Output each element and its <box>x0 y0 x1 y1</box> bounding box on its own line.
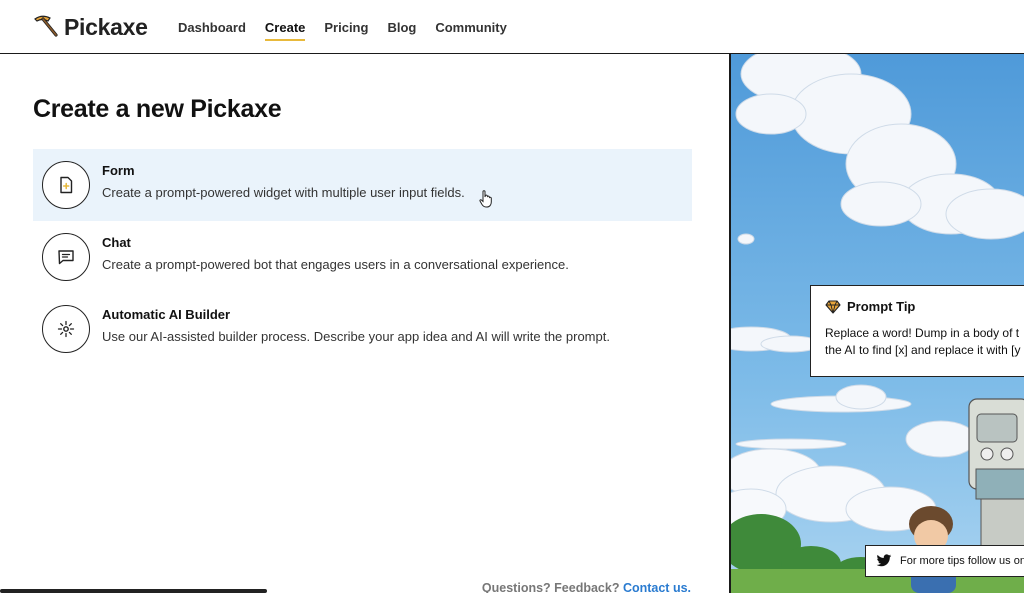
nav-pricing[interactable]: Pricing <box>324 20 368 41</box>
option-ai-builder-description: Use our AI-assisted builder process. Des… <box>102 329 610 344</box>
nav-blog[interactable]: Blog <box>387 20 416 41</box>
option-ai-builder-title: Automatic AI Builder <box>102 307 231 322</box>
option-chat-description: Create a prompt-powered bot that engages… <box>102 257 569 272</box>
nav-create[interactable]: Create <box>264 20 306 41</box>
nav-dashboard[interactable]: Dashboard <box>178 20 246 41</box>
main-nav: Dashboard Create Pricing Blog Community <box>178 20 507 41</box>
prompt-tip-card: Prompt Tip Replace a word! Dump in a bod… <box>810 285 1024 377</box>
prompt-tip-header: Prompt Tip <box>825 299 915 314</box>
nav-community[interactable]: Community <box>435 20 507 41</box>
twitter-follow-card[interactable]: For more tips follow us on <box>865 545 1024 577</box>
chat-bubble-icon <box>58 250 74 265</box>
option-form-icon-circle <box>42 161 90 209</box>
sparkle-icon <box>57 320 75 338</box>
prompt-tip-body: Replace a word! Dump in a body of t the … <box>825 325 1024 359</box>
horizontal-scrollbar[interactable] <box>0 589 267 593</box>
prompt-tip-line-2: the AI to find [x] and replace it with [… <box>825 343 1021 357</box>
logo[interactable]: Pickaxe <box>32 13 148 41</box>
top-header: Pickaxe Dashboard Create Pricing Blog Co… <box>0 0 1024 54</box>
option-chat-title: Chat <box>102 235 131 250</box>
footer-question: Questions? Feedback? <box>481 581 623 593</box>
option-form-title: Form <box>102 163 135 178</box>
option-ai-builder[interactable]: Automatic AI Builder Use our AI-assisted… <box>33 293 692 365</box>
pickaxe-icon <box>34 15 58 37</box>
footer-contact: Questions? Feedback? Contact us. <box>482 581 691 593</box>
twitter-icon <box>876 554 892 567</box>
option-chat-icon-circle <box>42 233 90 281</box>
contact-us-link[interactable]: Contact us. <box>623 581 691 593</box>
twitter-follow-text: For more tips follow us on <box>900 555 1024 567</box>
option-chat[interactable]: Chat Create a prompt-powered bot that en… <box>33 221 692 293</box>
option-form-description: Create a prompt-powered widget with mult… <box>102 185 465 200</box>
prompt-tip-line-1: Replace a word! Dump in a body of t <box>825 326 1020 340</box>
option-ai-builder-icon-circle <box>42 305 90 353</box>
hand-cursor-icon <box>479 190 492 208</box>
illustration-panel: Prompt Tip Replace a word! Dump in a bod… <box>729 54 1024 593</box>
document-plus-icon <box>60 176 73 194</box>
diamond-icon <box>825 299 841 314</box>
page-title: Create a new Pickaxe <box>33 95 282 123</box>
prompt-tip-title: Prompt Tip <box>847 299 916 314</box>
logo-text: Pickaxe <box>64 13 148 40</box>
option-form[interactable]: Form Create a prompt-powered widget with… <box>33 149 692 221</box>
